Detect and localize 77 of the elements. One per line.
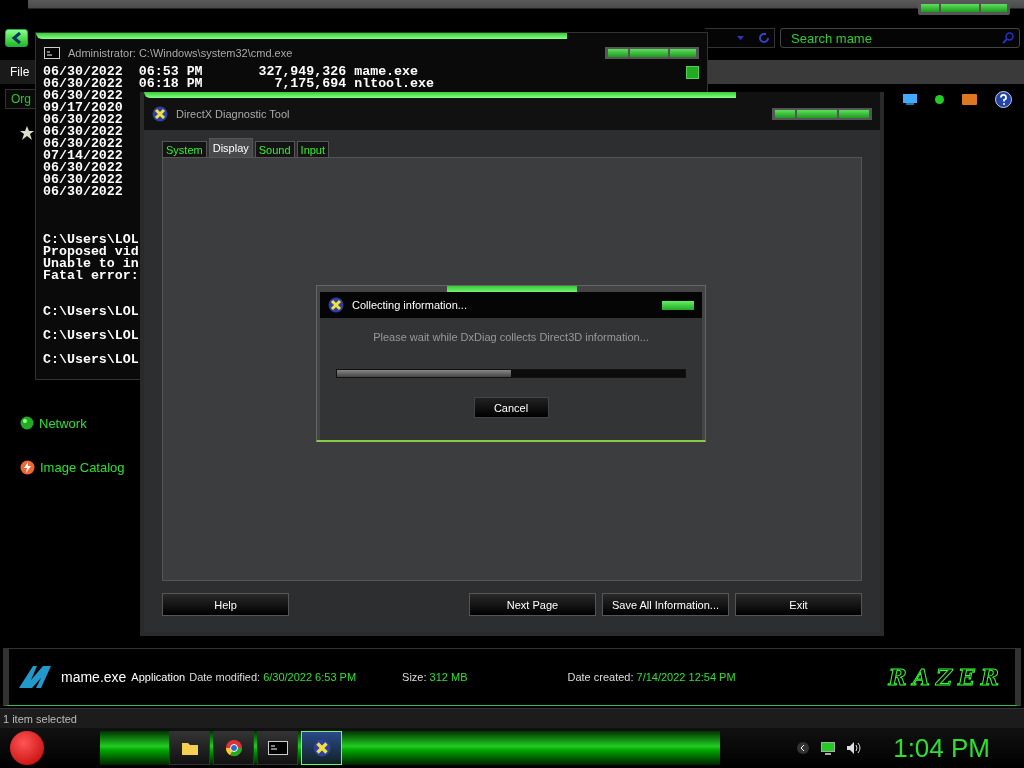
field-label: Size: [402,671,427,683]
organize-button[interactable]: Org [5,89,37,109]
brand-logo: RAZER [888,664,1005,690]
terminal-icon [267,741,288,755]
status-text: 1 item selected [3,712,77,725]
dialog-button[interactable]: Save All Information... [602,593,729,616]
console-line: 06/30/2022 06:18 PM 7,175,694 nltool.exe [43,78,434,90]
minimize-button[interactable] [608,48,628,57]
help-icon[interactable] [995,90,1012,108]
console-line: 06/30/2022 [43,114,123,126]
console-line: 06/30/2022 [43,90,123,102]
console-line: Proposed vid [43,246,139,258]
console-line: 06/30/2022 06:53 PM 327,949,326 mame.exe [43,66,419,78]
lightning-icon [20,459,35,475]
chevron-icon[interactable] [797,742,810,754]
search-field[interactable]: Search mame [780,28,1020,48]
cancel-button[interactable]: Cancel [473,397,549,418]
refresh-icon [758,32,770,44]
dialog-title: Collecting information... [352,299,467,311]
globe-icon [20,416,34,430]
console-line: 09/17/2020 [43,102,123,114]
console-line: C:\Users\LOL [43,306,139,318]
dialog-button[interactable]: Next Page [469,593,596,616]
window-title: Administrator: C:\Windows\system32\cmd.exe [68,46,293,59]
star-icon [20,126,34,140]
window-title: DirectX Diagnostic Tool [176,108,290,120]
m-logo-icon [19,666,51,688]
back-button[interactable] [5,29,28,47]
tab[interactable]: System [162,141,207,157]
dialog-button[interactable]: Help [162,593,289,616]
close-button[interactable] [662,300,694,310]
console-line: Fatal error: [43,270,139,282]
console-line: 06/30/2022 [43,162,123,174]
console-line: 06/30/2022 [43,174,123,186]
scroll-thumb[interactable] [686,66,699,79]
monitor-icon[interactable] [821,741,836,755]
browser-icon [224,739,243,757]
console-line: 06/30/2022 [43,186,123,198]
field-label: Date created: [567,671,634,683]
caret-icon [737,36,744,40]
folder-icon [180,740,199,756]
console-line: C:\Users\LOL [43,354,139,366]
sidebar-item[interactable]: Image Catalog [40,459,125,475]
menu-item[interactable]: File [10,65,30,79]
console-line: Unable to in [43,258,139,270]
terminal-icon [44,46,60,59]
file-type: Application [131,671,186,683]
sidebar-item[interactable]: Network [39,415,87,431]
monitor-icon[interactable] [903,93,917,105]
taskbar-button[interactable] [257,731,298,765]
field-value: 6/30/2022 6:53 PM [263,671,357,683]
start-button[interactable] [10,731,44,765]
dot-icon[interactable] [935,94,944,104]
clock[interactable]: 1:04 PM [893,732,990,764]
console-line: 06/30/2022 [43,138,123,150]
field-value: 312 MB [429,671,468,683]
status-message: Please wait while DxDiag collects Direct3D information... [373,331,649,343]
taskbar-button[interactable] [169,731,210,765]
tab[interactable]: Display [208,138,253,157]
arrow-left-icon [10,32,23,44]
maximize-button[interactable] [630,48,668,57]
tab[interactable]: Sound [254,141,295,157]
x-circle-icon [328,297,344,313]
console-line: C:\Users\LOL [43,330,139,342]
taskbar-button[interactable] [213,731,254,765]
dialog-button[interactable]: Exit [735,593,862,616]
console-line: 06/30/2022 [43,126,123,138]
search-icon [1002,32,1014,44]
speaker-icon[interactable] [847,742,862,754]
field-label: Date modified: [189,671,261,683]
tab[interactable]: Input [296,141,330,157]
console-line: C:\Users\LOL [43,234,139,246]
field-value: 7/14/2022 12:54 PM [636,671,736,683]
x-circle-icon [152,106,168,122]
file-name: mame.exe [61,669,127,685]
console-line: 07/14/2022 [43,150,123,162]
x-circle-icon [312,739,331,757]
